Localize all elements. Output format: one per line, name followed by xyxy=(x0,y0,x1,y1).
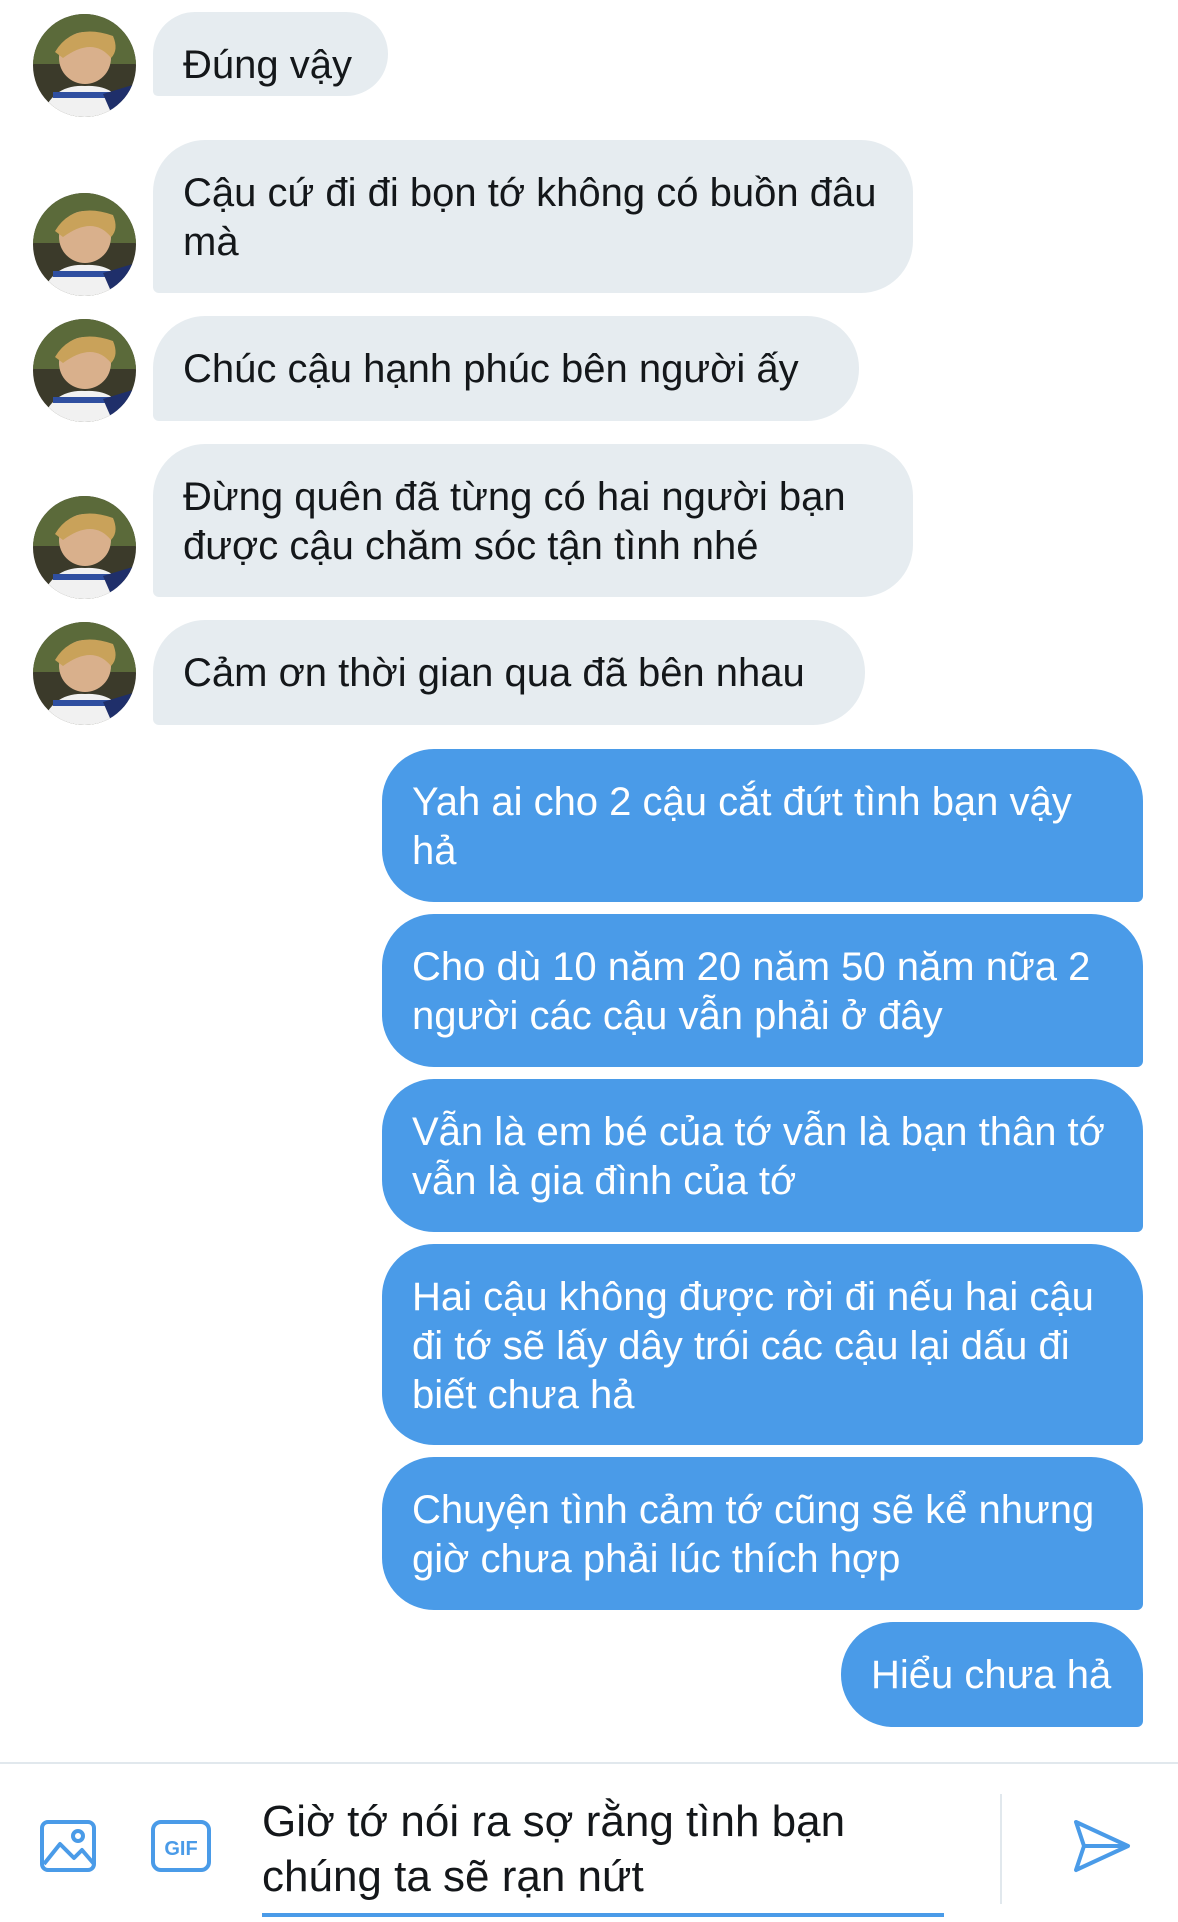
avatar[interactable] xyxy=(33,319,136,422)
gif-label: GIF xyxy=(164,1838,197,1860)
incoming-message[interactable]: Đúng vậy xyxy=(153,12,388,96)
outgoing-message[interactable]: Chuyện tình cảm tớ cũng sẽ kể nhưng giờ … xyxy=(382,1457,1143,1610)
send-icon[interactable] xyxy=(1070,1814,1134,1878)
message-input[interactable]: Giờ tớ nói ra sợ rằng tình bạn chúng ta … xyxy=(262,1794,942,1914)
avatar[interactable] xyxy=(33,193,136,296)
outgoing-message[interactable]: Hiểu chưa hả xyxy=(841,1622,1143,1727)
outgoing-message[interactable]: Hai cậu không được rời đi nếu hai cậu đi… xyxy=(382,1244,1143,1445)
outgoing-message[interactable]: Vẫn là em bé của tớ vẫn là bạn thân tớ v… xyxy=(382,1079,1143,1232)
image-icon[interactable] xyxy=(38,1814,102,1878)
incoming-message[interactable]: Chúc cậu hạnh phúc bên người ấy xyxy=(153,316,859,421)
avatar[interactable] xyxy=(33,496,136,599)
incoming-message[interactable]: Đừng quên đã từng có hai người bạn được … xyxy=(153,444,913,597)
outgoing-message[interactable]: Yah ai cho 2 cậu cắt đứt tình bạn vậy hả xyxy=(382,749,1143,902)
message-composer: GIF Giờ tớ nói ra sợ rằng tình bạn chúng… xyxy=(0,1762,1178,1922)
avatar[interactable] xyxy=(33,14,136,117)
outgoing-message[interactable]: Cho dù 10 năm 20 năm 50 năm nữa 2 người … xyxy=(382,914,1143,1067)
avatar[interactable] xyxy=(33,622,136,725)
gif-icon[interactable]: GIF xyxy=(149,1814,213,1878)
message-thread: Đúng vậy Cậu cứ đi đi bọn tớ không có bu… xyxy=(0,0,1178,1760)
incoming-message[interactable]: Cậu cứ đi đi bọn tớ không có buồn đâu mà xyxy=(153,140,913,293)
divider xyxy=(1000,1794,1002,1904)
incoming-message[interactable]: Cảm ơn thời gian qua đã bên nhau xyxy=(153,620,865,725)
input-underline xyxy=(262,1913,944,1917)
